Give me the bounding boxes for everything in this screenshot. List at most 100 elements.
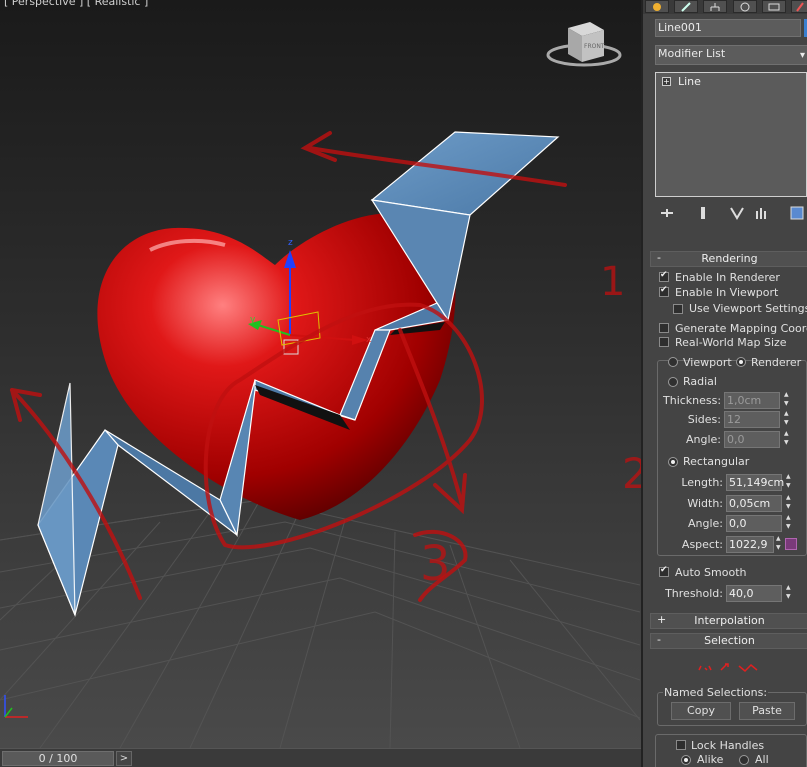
auto-smooth-checkbox[interactable] — [659, 565, 669, 577]
rectangular-label: Rectangular — [683, 455, 750, 468]
alike-label: Alike — [697, 753, 724, 766]
tab-display[interactable] — [762, 0, 786, 13]
selection-rollout-header[interactable]: - Selection — [650, 633, 807, 649]
command-panel: Line001 Modifier List ▾ + Line - Renderi… — [641, 0, 807, 767]
rect-angle-spinner[interactable] — [785, 514, 795, 532]
thickness-label: Thickness: — [663, 394, 722, 407]
thickness-field[interactable]: 1,0cm — [724, 392, 780, 409]
gizmo-z-label: z — [288, 238, 293, 248]
copy-button[interactable]: Copy — [671, 702, 731, 720]
width-label: Width: — [687, 497, 723, 510]
viewport-radio[interactable] — [668, 357, 678, 367]
sides-field[interactable]: 12 — [724, 411, 780, 428]
use-viewport-settings-label: Use Viewport Settings — [689, 302, 807, 315]
length-label: Length: — [681, 476, 723, 489]
enable-in-viewport-checkbox[interactable] — [659, 285, 669, 297]
expand-sign: + — [657, 613, 667, 626]
viewcube: FRONT — [546, 22, 622, 67]
length-field[interactable]: 51,149cm — [726, 474, 784, 491]
radial-angle-label: Angle: — [685, 433, 721, 446]
remove-modifier-icon[interactable] — [753, 205, 769, 221]
aspect-label: Aspect: — [681, 538, 723, 551]
tab-modify[interactable] — [674, 0, 698, 13]
command-panel-tabs — [643, 0, 807, 14]
stack-item-line[interactable]: + Line — [658, 75, 804, 89]
enable-in-renderer-label: Enable In Renderer — [675, 271, 780, 284]
time-slider[interactable]: 0 / 100 — [2, 751, 114, 766]
tab-utilities[interactable] — [791, 0, 807, 13]
renderer-radio-label: Renderer — [751, 356, 802, 369]
all-label: All — [755, 753, 769, 766]
object-name-field[interactable]: Line001 — [655, 19, 801, 37]
lock-handles-label: Lock Handles — [691, 739, 765, 752]
configure-modifier-sets-icon[interactable] — [789, 205, 805, 221]
paste-button[interactable]: Paste — [739, 702, 795, 720]
rectangular-radio[interactable] — [668, 457, 678, 467]
real-world-map-checkbox[interactable] — [659, 337, 669, 347]
rendering-title: Rendering — [701, 252, 758, 265]
aspect-spinner[interactable] — [775, 535, 785, 553]
real-world-map-label: Real-World Map Size — [675, 336, 787, 349]
radial-label: Radial — [683, 375, 717, 388]
sides-label: Sides: — [687, 413, 721, 426]
chevron-down-icon: ▾ — [800, 50, 806, 61]
make-unique-icon[interactable] — [729, 205, 745, 221]
threshold-spinner[interactable] — [785, 584, 795, 602]
length-spinner[interactable] — [785, 473, 795, 491]
radial-radio[interactable] — [668, 377, 678, 387]
tab-create[interactable] — [645, 0, 669, 13]
pin-stack-icon[interactable] — [659, 205, 675, 221]
interpolation-title: Interpolation — [694, 614, 765, 627]
aspect-field[interactable]: 1022,9 — [726, 536, 774, 553]
annotation-1: 1 — [600, 259, 625, 305]
stack-item-label: Line — [678, 75, 701, 88]
gizmo-x-label: x — [366, 335, 372, 345]
use-viewport-settings-checkbox[interactable] — [673, 304, 683, 314]
expand-icon[interactable]: + — [662, 77, 671, 86]
collapse-sign: - — [657, 633, 661, 646]
modifier-list-dropdown[interactable]: Modifier List ▾ — [655, 45, 807, 65]
width-spinner[interactable] — [785, 494, 795, 512]
sides-spinner[interactable] — [783, 410, 793, 428]
gizmo-y-label: y — [250, 315, 256, 325]
next-frame-button[interactable]: > — [116, 751, 132, 766]
renderer-radio[interactable] — [736, 357, 746, 367]
timeline-bar: 0 / 100 > — [0, 748, 641, 767]
aspect-lock-icon[interactable] — [785, 538, 797, 550]
show-end-result-icon[interactable] — [695, 205, 711, 221]
rect-angle-field[interactable]: 0,0 — [726, 515, 782, 532]
width-field[interactable]: 0,05cm — [726, 495, 782, 512]
enable-in-viewport-label: Enable In Viewport — [675, 286, 779, 299]
modifier-stack[interactable]: + Line — [655, 72, 807, 197]
all-radio[interactable] — [739, 755, 749, 765]
heart-object — [97, 213, 456, 520]
generate-mapping-label: Generate Mapping Coords. — [675, 322, 807, 335]
collapse-sign: - — [657, 251, 661, 264]
modifier-list-label: Modifier List — [658, 47, 726, 60]
viewport-radio-label: Viewport — [683, 356, 732, 369]
viewport-scene: z y x FRONT 2 3 1 — [0, 22, 641, 748]
auto-smooth-label: Auto Smooth — [675, 566, 747, 579]
viewport-label[interactable]: [ Perspective ] [ Realistic ] — [4, 0, 148, 8]
lock-handles-checkbox[interactable] — [676, 740, 686, 750]
tab-motion[interactable] — [733, 0, 757, 13]
named-selections-label: Named Selections: — [663, 686, 769, 699]
ground-grid — [0, 499, 641, 748]
alike-radio[interactable] — [681, 755, 691, 765]
perspective-viewport[interactable]: z y x FRONT 2 3 1 [ Perspective ] [ Real… — [0, 0, 641, 748]
rect-angle-label: Angle: — [687, 517, 723, 530]
selection-title: Selection — [704, 634, 755, 647]
selection-level-icons[interactable] — [695, 660, 765, 674]
threshold-field[interactable]: 40,0 — [726, 585, 782, 602]
tab-hierarchy[interactable] — [703, 0, 727, 13]
threshold-label: Threshold: — [665, 587, 723, 600]
rendering-rollout-header[interactable]: - Rendering — [650, 251, 807, 267]
annotation-3: 3 — [420, 536, 451, 592]
enable-in-renderer-checkbox[interactable] — [659, 270, 669, 282]
annotation-2: 2 — [622, 449, 641, 498]
interpolation-rollout-header[interactable]: + Interpolation — [650, 613, 807, 629]
radial-angle-spinner[interactable] — [783, 430, 793, 448]
radial-angle-field[interactable]: 0,0 — [724, 431, 780, 448]
thickness-spinner[interactable] — [783, 391, 793, 409]
generate-mapping-checkbox[interactable] — [659, 323, 669, 333]
